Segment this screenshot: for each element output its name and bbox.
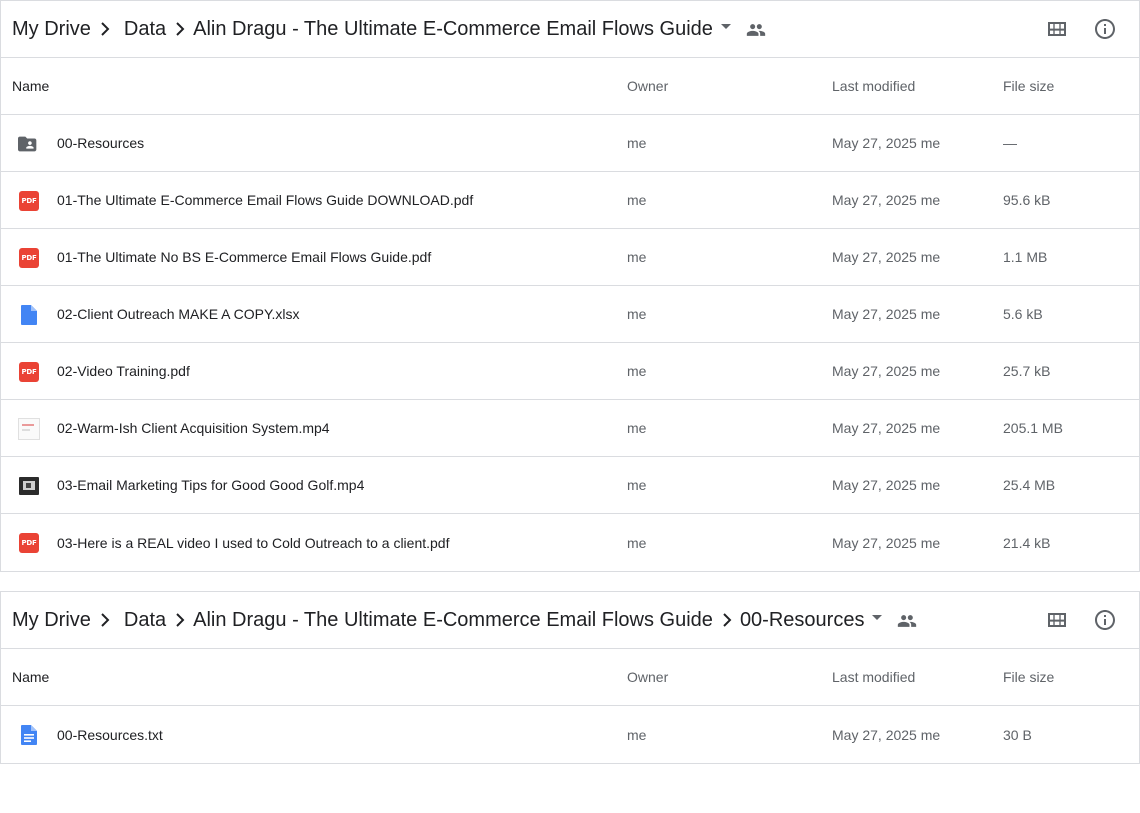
- table-row[interactable]: 02-Warm-Ish Client Acquisition System.mp…: [1, 400, 1139, 457]
- pdf-icon: PDF: [18, 190, 40, 212]
- column-owner[interactable]: Owner: [627, 78, 668, 94]
- table-row[interactable]: PDF 02-Video Training.pdf me May 27, 202…: [1, 343, 1139, 400]
- file-size: 1.1 MB: [1003, 249, 1048, 265]
- file-name: 02-Client Outreach MAKE A COPY.xlsx: [57, 306, 300, 322]
- file-owner: me: [627, 249, 647, 265]
- chevron-right-icon: [714, 608, 738, 632]
- file-name: 03-Email Marketing Tips for Good Good Go…: [57, 477, 365, 493]
- dropdown-arrow-icon[interactable]: [714, 14, 738, 38]
- file-modified: May 27, 2025 me: [832, 135, 941, 151]
- file-modified: May 27, 2025 me: [832, 477, 941, 493]
- pdf-badge-label: PDF: [19, 362, 39, 382]
- file-owner: me: [627, 306, 647, 322]
- file-name: 01-The Ultimate No BS E-Commerce Email F…: [57, 249, 432, 265]
- breadcrumb-my-drive[interactable]: My Drive: [12, 18, 91, 41]
- file-owner: me: [627, 726, 647, 743]
- breadcrumb-bar: My Drive Data Alin Dragu - The Ultimate …: [1, 592, 1139, 649]
- file-modified: May 27, 2025 me: [832, 192, 941, 208]
- column-header-row: Name Owner Last modified File size: [1, 649, 1139, 706]
- file-size: 25.7 kB: [1003, 363, 1051, 379]
- column-header-row: Name Owner Last modified File size: [1, 58, 1139, 115]
- pdf-badge-label: PDF: [19, 533, 39, 553]
- shared-people-icon: [744, 18, 768, 42]
- shared-people-icon: [895, 609, 919, 633]
- file-owner: me: [627, 135, 647, 151]
- grid-view-icon[interactable]: [1045, 17, 1069, 41]
- file-owner: me: [627, 534, 647, 551]
- file-owner: me: [627, 363, 647, 379]
- breadcrumb-data[interactable]: Data: [124, 18, 166, 41]
- info-icon[interactable]: [1093, 17, 1117, 41]
- breadcrumb-data[interactable]: Data: [124, 609, 166, 632]
- pdf-badge-label: PDF: [19, 248, 39, 268]
- file-owner: me: [627, 477, 647, 493]
- video-thumbnail-dark-icon: [18, 475, 40, 497]
- text-document-icon: [18, 724, 40, 746]
- chevron-right-icon: [167, 17, 191, 41]
- file-size: 21.4 kB: [1003, 534, 1051, 551]
- breadcrumb-parent-folder[interactable]: Alin Dragu - The Ultimate E-Commerce Ema…: [193, 609, 713, 632]
- breadcrumb-current-folder[interactable]: 00-Resources: [740, 609, 865, 632]
- pdf-badge-label: PDF: [19, 191, 39, 211]
- file-modified: May 27, 2025 me: [832, 249, 941, 265]
- file-name: 01-The Ultimate E-Commerce Email Flows G…: [57, 192, 474, 208]
- file-browser-panel: My Drive Data Alin Dragu - The Ultimate …: [0, 0, 1140, 572]
- file-name: 00-Resources.txt: [57, 726, 163, 743]
- column-last-modified[interactable]: Last modified: [832, 78, 915, 94]
- file-size: 30 B: [1003, 726, 1032, 743]
- file-modified: May 27, 2025 me: [832, 306, 941, 322]
- info-icon[interactable]: [1093, 608, 1117, 632]
- chevron-right-icon: [92, 608, 116, 632]
- file-owner: me: [627, 420, 647, 436]
- grid-view-icon[interactable]: [1045, 608, 1069, 632]
- file-list: 00-Resources.txt me May 27, 2025 me 30 B: [1, 706, 1139, 763]
- table-row[interactable]: PDF 01-The Ultimate E-Commerce Email Flo…: [1, 172, 1139, 229]
- shared-folder-icon: [18, 133, 40, 155]
- file-modified: May 27, 2025 me: [832, 726, 941, 743]
- column-owner[interactable]: Owner: [627, 669, 668, 685]
- file-name: 02-Video Training.pdf: [57, 363, 190, 379]
- table-row[interactable]: 03-Email Marketing Tips for Good Good Go…: [1, 457, 1139, 514]
- breadcrumb-my-drive[interactable]: My Drive: [12, 609, 91, 632]
- pdf-icon: PDF: [18, 532, 40, 554]
- chevron-right-icon: [92, 17, 116, 41]
- file-owner: me: [627, 192, 647, 208]
- column-last-modified[interactable]: Last modified: [832, 669, 915, 685]
- pdf-icon: PDF: [18, 247, 40, 269]
- chevron-right-icon: [167, 608, 191, 632]
- file-size: 205.1 MB: [1003, 420, 1063, 436]
- file-size: 95.6 kB: [1003, 192, 1051, 208]
- file-modified: May 27, 2025 me: [832, 420, 941, 436]
- column-name[interactable]: Name: [12, 669, 49, 685]
- file-name: 00-Resources: [57, 135, 145, 151]
- table-row[interactable]: 02-Client Outreach MAKE A COPY.xlsx me M…: [1, 286, 1139, 343]
- dropdown-arrow-icon[interactable]: [865, 605, 889, 629]
- file-list: 00-Resources me May 27, 2025 me — PDF 01…: [1, 115, 1139, 571]
- file-modified: May 27, 2025 me: [832, 363, 941, 379]
- table-row[interactable]: 00-Resources me May 27, 2025 me —: [1, 115, 1139, 172]
- column-name[interactable]: Name: [12, 78, 49, 94]
- file-size: 25.4 MB: [1003, 477, 1056, 493]
- column-file-size[interactable]: File size: [1003, 669, 1054, 685]
- column-file-size[interactable]: File size: [1003, 78, 1054, 94]
- file-name: 02-Warm-Ish Client Acquisition System.mp…: [57, 420, 330, 436]
- file-modified: May 27, 2025 me: [832, 534, 941, 551]
- file-browser-panel: My Drive Data Alin Dragu - The Ultimate …: [0, 591, 1140, 764]
- file-name: 03-Here is a REAL video I used to Cold O…: [57, 534, 450, 551]
- breadcrumb-current-folder[interactable]: Alin Dragu - The Ultimate E-Commerce Ema…: [193, 18, 713, 41]
- file-size: 5.6 kB: [1003, 306, 1043, 322]
- video-thumbnail-light-icon: [18, 418, 40, 440]
- file-size: —: [1003, 135, 1017, 151]
- table-row[interactable]: PDF 01-The Ultimate No BS E-Commerce Ema…: [1, 229, 1139, 286]
- breadcrumb-bar: My Drive Data Alin Dragu - The Ultimate …: [1, 1, 1139, 58]
- pdf-icon: PDF: [18, 361, 40, 383]
- table-row[interactable]: PDF 03-Here is a REAL video I used to Co…: [1, 514, 1139, 571]
- table-row[interactable]: 00-Resources.txt me May 27, 2025 me 30 B: [1, 706, 1139, 763]
- file-icon: [18, 304, 40, 326]
